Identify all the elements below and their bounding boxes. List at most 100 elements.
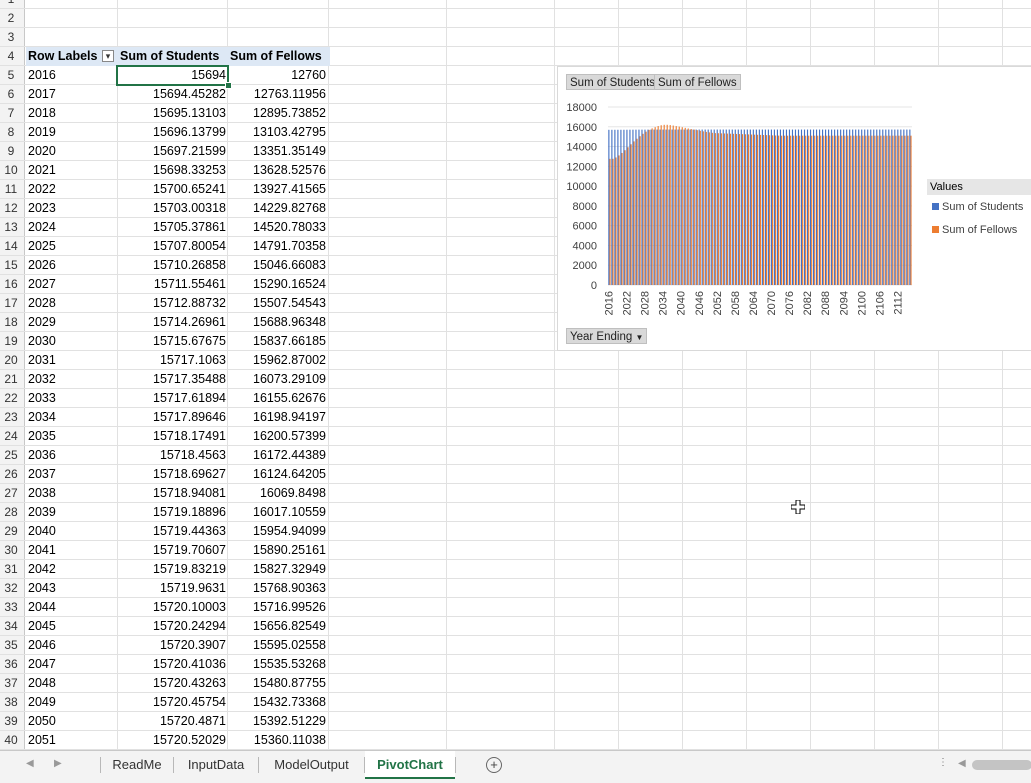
bar-fellows[interactable]	[687, 128, 689, 285]
row-number[interactable]: 22	[0, 389, 22, 408]
bar-fellows[interactable]	[838, 135, 840, 285]
pivot-cell[interactable]: 2036	[28, 446, 114, 465]
row-number[interactable]: 2	[0, 9, 22, 28]
bar-students[interactable]	[873, 129, 875, 285]
pivot-cell[interactable]: 15710.26858	[118, 256, 226, 275]
row-number[interactable]: 19	[0, 332, 22, 351]
bar-students[interactable]	[698, 129, 700, 285]
bar-students[interactable]	[803, 129, 806, 285]
bar-fellows[interactable]	[892, 135, 894, 285]
row-number[interactable]: 38	[0, 693, 22, 712]
pivot-cell[interactable]: 2048	[28, 674, 114, 693]
bar-fellows[interactable]	[615, 157, 617, 285]
row-number[interactable]: 3	[0, 28, 22, 47]
bar-fellows[interactable]	[771, 135, 774, 285]
bar-students[interactable]	[794, 129, 797, 285]
bar-students[interactable]	[716, 129, 718, 285]
worksheet-grid[interactable]: 1234567891011121314151617181920212223242…	[0, 0, 1031, 750]
pivot-cell[interactable]: 2041	[28, 541, 114, 560]
row-number[interactable]: 20	[0, 351, 22, 370]
bar-fellows[interactable]	[787, 135, 789, 285]
bar-fellows[interactable]	[844, 135, 846, 285]
pivot-cell[interactable]: 15656.82549	[228, 617, 326, 636]
pivot-cell[interactable]: 2030	[28, 332, 114, 351]
bar-students[interactable]	[731, 129, 733, 285]
bar-students[interactable]	[632, 129, 634, 285]
bar-fellows[interactable]	[744, 134, 747, 285]
bar-fellows[interactable]	[898, 135, 900, 285]
pivot-cell[interactable]: 15720.43263	[118, 674, 226, 693]
pivot-cell[interactable]: 15711.55461	[118, 275, 226, 294]
row-number[interactable]: 36	[0, 655, 22, 674]
pivot-cell[interactable]: 15719.44363	[118, 522, 226, 541]
pivot-cell[interactable]: 15720.45754	[118, 693, 226, 712]
pivot-cell[interactable]: 2047	[28, 655, 114, 674]
bar-students[interactable]	[891, 129, 893, 285]
bar-fellows[interactable]	[729, 133, 731, 285]
bar-students[interactable]	[900, 129, 902, 285]
bar-students[interactable]	[906, 129, 908, 285]
bar-fellows[interactable]	[699, 130, 701, 285]
pivot-cell[interactable]: 15718.4563	[118, 446, 226, 465]
row-number[interactable]: 39	[0, 712, 22, 731]
pivot-cell[interactable]: 15688.96348	[228, 313, 326, 332]
bar-students[interactable]	[695, 129, 697, 285]
row-number[interactable]: 18	[0, 313, 22, 332]
bar-students[interactable]	[629, 129, 631, 285]
bar-students[interactable]	[665, 129, 667, 285]
pivot-cell[interactable]: 13927.41565	[228, 180, 326, 199]
pivot-cell[interactable]: 15695.13103	[118, 104, 226, 123]
bar-students[interactable]	[746, 129, 748, 285]
pivot-cell[interactable]: 15046.66083	[228, 256, 326, 275]
bar-students[interactable]	[846, 129, 848, 285]
pivot-cell[interactable]: 2021	[28, 161, 114, 180]
pivot-cell[interactable]: 14791.70358	[228, 237, 326, 256]
pivot-cell[interactable]: 15705.37861	[118, 218, 226, 237]
pivot-cell[interactable]: 2028	[28, 294, 114, 313]
pivot-cell[interactable]: 14229.82768	[228, 199, 326, 218]
pivot-cell[interactable]: 15890.25161	[228, 541, 326, 560]
pivot-cell[interactable]: 15954.94099	[228, 522, 326, 541]
bar-fellows[interactable]	[880, 135, 882, 285]
row-number[interactable]: 16	[0, 275, 22, 294]
row-number[interactable]: 21	[0, 370, 22, 389]
pivot-cell[interactable]: 15716.99526	[228, 598, 326, 617]
pivot-cell[interactable]: 15717.35488	[118, 370, 226, 389]
bar-students[interactable]	[785, 129, 788, 285]
pivot-cell[interactable]: 16155.62676	[228, 389, 326, 408]
bar-students[interactable]	[767, 129, 769, 285]
bar-fellows[interactable]	[862, 135, 864, 285]
bar-fellows[interactable]	[874, 135, 876, 285]
bar-students[interactable]	[852, 129, 854, 285]
row-number[interactable]: 33	[0, 598, 22, 617]
row-number[interactable]: 5	[0, 66, 22, 85]
row-number[interactable]: 12	[0, 199, 22, 218]
pivot-cell[interactable]: 15696.13799	[118, 123, 226, 142]
pivot-cell[interactable]: 15717.89646	[118, 408, 226, 427]
bar-fellows[interactable]	[826, 135, 828, 285]
pivot-cell[interactable]: 15827.32949	[228, 560, 326, 579]
pivot-cell[interactable]: 2016	[28, 66, 114, 85]
bar-students[interactable]	[611, 129, 613, 285]
bar-students[interactable]	[882, 129, 884, 285]
pivot-cell[interactable]: 15715.67675	[118, 332, 226, 351]
bar-fellows[interactable]	[799, 135, 801, 285]
pivot-cell[interactable]: 2029	[28, 313, 114, 332]
bar-students[interactable]	[710, 129, 712, 285]
axis-field-button[interactable]: Year Ending ▼	[566, 328, 648, 344]
pivot-cell[interactable]: 15718.94081	[118, 484, 226, 503]
pivot-cell[interactable]: 2017	[28, 85, 114, 104]
pivot-cell[interactable]: 15720.10003	[118, 598, 226, 617]
bar-fellows[interactable]	[612, 158, 614, 285]
bar-fellows[interactable]	[793, 135, 795, 285]
bar-fellows[interactable]	[877, 135, 879, 285]
active-cell-selection[interactable]	[116, 65, 229, 86]
bar-students[interactable]	[909, 129, 911, 285]
bar-students[interactable]	[656, 129, 658, 285]
bar-students[interactable]	[788, 129, 791, 285]
pivot-chart[interactable]: Sum of Students Sum of Fellows 18000 1600…	[557, 66, 1031, 351]
pivot-cell[interactable]: 2039	[28, 503, 114, 522]
bar-fellows[interactable]	[705, 131, 707, 285]
bar-fellows[interactable]	[639, 136, 641, 285]
bar-fellows[interactable]	[663, 124, 665, 285]
